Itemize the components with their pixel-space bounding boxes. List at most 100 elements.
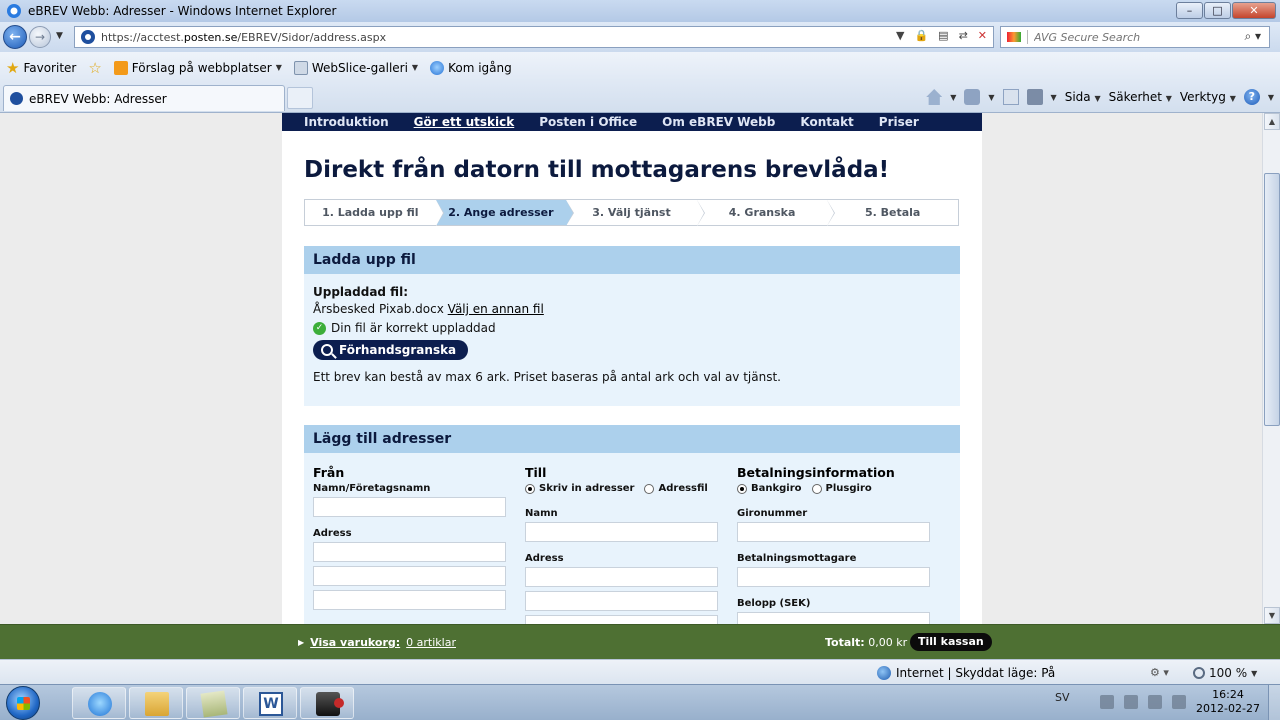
usb-icon[interactable] xyxy=(1124,695,1138,709)
chevron-down-icon[interactable]: ▼ xyxy=(988,93,994,102)
favorites-label: Favoriter xyxy=(23,60,77,75)
volume-icon[interactable] xyxy=(1172,695,1186,709)
page-menu[interactable]: Sida ▼ xyxy=(1065,90,1101,104)
clock[interactable]: 16:24 2012-02-27 xyxy=(1196,688,1260,716)
show-cart-link[interactable]: ▶ Visa varukorg: 0 artiklar xyxy=(298,636,456,649)
favorites-button[interactable]: ★ Favoriter xyxy=(6,60,77,75)
help-icon[interactable]: ? xyxy=(1243,89,1260,105)
scroll-down-icon[interactable]: ▼ xyxy=(1264,607,1280,624)
amount-input[interactable] xyxy=(737,612,930,624)
radio-dot xyxy=(737,483,747,494)
lock-icon[interactable]: 🔒 xyxy=(914,29,928,42)
cart-link-label: Visa varukorg: xyxy=(310,636,401,649)
safety-menu[interactable]: Säkerhet ▼ xyxy=(1109,90,1172,104)
scroll-thumb[interactable] xyxy=(1264,173,1280,426)
chevron-down-icon[interactable]: ▼ xyxy=(950,93,956,102)
choose-other-file-link[interactable]: Välj en annan fil xyxy=(448,302,544,316)
feeds-icon[interactable] xyxy=(964,89,981,105)
from-name-label: Namn/Företagsnamn xyxy=(313,483,431,494)
chevron-down-icon: ▼ xyxy=(1251,668,1258,678)
to-name-input[interactable] xyxy=(525,522,718,542)
security-zone[interactable]: Internet | Skyddat läge: På xyxy=(877,666,1055,680)
stop-icon[interactable]: ✕ xyxy=(978,29,987,42)
taskbar-ie[interactable] xyxy=(72,687,126,719)
taskbar-word[interactable]: W xyxy=(243,687,297,719)
radio-plusgiro[interactable]: Plusgiro xyxy=(811,483,872,494)
tab-ebrev-adresser[interactable]: eBREV Webb: Adresser xyxy=(3,85,285,111)
from-address-input-1[interactable] xyxy=(313,542,506,562)
scroll-up-icon[interactable]: ▲ xyxy=(1264,113,1280,130)
nav-om-ebrev-webb[interactable]: Om eBREV Webb xyxy=(662,115,775,129)
giro-number-input[interactable] xyxy=(737,522,930,542)
taskbar-explorer[interactable] xyxy=(129,687,183,719)
language-indicator[interactable]: SV xyxy=(1055,691,1070,704)
tab-bar: eBREV Webb: Adresser ▼ ▼ ▼ Sida ▼ Säkerh… xyxy=(0,83,1280,113)
close-window-button[interactable]: ✕ xyxy=(1232,2,1276,19)
chevron-down-icon[interactable]: ▼ xyxy=(1051,93,1057,102)
minimize-button[interactable]: – xyxy=(1176,2,1203,19)
preview-button[interactable]: Förhandsgranska xyxy=(313,340,469,360)
to-address-input-2[interactable] xyxy=(525,591,718,611)
mail-icon[interactable] xyxy=(1002,89,1019,105)
page-status-icon[interactable]: ⚙ ▾ xyxy=(1150,666,1169,679)
taskbar-recorder[interactable] xyxy=(300,687,354,719)
show-desktop-button[interactable] xyxy=(1268,685,1280,720)
forward-button[interactable]: → xyxy=(29,26,51,48)
checkout-button[interactable]: Till kassan xyxy=(910,633,992,651)
nav-gor-ett-utskick[interactable]: Gör ett utskick xyxy=(414,115,515,129)
payee-input[interactable] xyxy=(737,567,930,587)
magnifier-icon xyxy=(321,344,333,356)
from-address-input-3[interactable] xyxy=(313,590,506,610)
nav-introduktion[interactable]: Introduktion xyxy=(304,115,389,129)
check-icon: ✓ xyxy=(313,321,326,335)
search-input[interactable] xyxy=(1034,30,1244,44)
camera-icon xyxy=(316,692,344,716)
tools-menu[interactable]: Verktyg ▼ xyxy=(1180,90,1236,104)
maximize-button[interactable]: □ xyxy=(1204,2,1231,19)
to-address-input-3[interactable] xyxy=(525,615,718,624)
new-tab-button[interactable] xyxy=(287,87,313,109)
nav-posten-i-office[interactable]: Posten i Office xyxy=(539,115,637,129)
zoom-control[interactable]: 100 % ▼ xyxy=(1193,666,1257,680)
add-favorite-icon: ☆ xyxy=(88,58,102,77)
home-icon[interactable] xyxy=(926,89,943,105)
nav-kontakt[interactable]: Kontakt xyxy=(800,115,853,129)
add-favorite-button[interactable]: ☆ xyxy=(88,58,102,77)
network-icon[interactable] xyxy=(1148,695,1162,709)
fav-item-webslice-gallery[interactable]: WebSlice-galleri ▼ xyxy=(293,60,418,75)
cart-count: 0 artiklar xyxy=(406,636,456,649)
compat-view-icon[interactable]: ▤ xyxy=(938,29,948,42)
fav-item-get-started[interactable]: Kom igång xyxy=(430,60,512,75)
word-icon: W xyxy=(259,692,283,716)
url-field[interactable]: https://acctest.posten.se/EBREV/Sidor/ad… xyxy=(74,26,994,48)
ie-icon xyxy=(88,692,112,716)
from-address-input-2[interactable] xyxy=(313,566,506,586)
to-address-input-1[interactable] xyxy=(525,567,718,587)
from-name-input[interactable] xyxy=(313,497,506,517)
start-button[interactable] xyxy=(6,686,40,720)
step-service: 3. Välj tjänst xyxy=(566,200,705,226)
chevron-down-icon[interactable]: ▼ xyxy=(1268,93,1274,102)
suggested-sites-icon xyxy=(113,60,128,75)
radio-bankgiro[interactable]: Bankgiro xyxy=(737,483,802,494)
network-error-icon[interactable] xyxy=(1100,695,1114,709)
tab-label: eBREV Webb: Adresser xyxy=(29,91,167,106)
amount-label: Belopp (SEK) xyxy=(737,598,811,609)
page-title: Direkt från datorn till mottagarens brev… xyxy=(304,157,890,183)
url-dropdown-icon[interactable]: ▼ xyxy=(896,29,904,42)
uploaded-filename: Årsbesked Pixab.docx xyxy=(313,302,444,316)
cart-bar: ▶ Visa varukorg: 0 artiklar Totalt: 0,00… xyxy=(0,624,1280,659)
back-button[interactable]: ← xyxy=(3,25,27,49)
refresh-icon[interactable]: ⇄ xyxy=(959,29,968,42)
radio-address-file[interactable]: Adressfil xyxy=(644,483,708,494)
nav-priser[interactable]: Priser xyxy=(879,115,919,129)
radio-manual-addresses[interactable]: Skriv in adresser xyxy=(525,483,634,494)
command-bar: ▼ ▼ ▼ Sida ▼ Säkerhet ▼ Verktyg ▼ ? ▼ xyxy=(926,89,1274,105)
history-dropdown-icon[interactable]: ▼ xyxy=(56,31,63,41)
step-upload[interactable]: 1. Ladda upp fil xyxy=(305,200,444,226)
fav-item-suggested-sites[interactable]: Förslag på webbplatser ▼ xyxy=(113,60,282,75)
vertical-scrollbar[interactable]: ▲ ▼ xyxy=(1262,113,1280,624)
search-icon[interactable]: ⌕ ▾ xyxy=(1244,29,1261,44)
print-icon[interactable] xyxy=(1026,89,1043,105)
taskbar-notes[interactable] xyxy=(186,687,240,719)
